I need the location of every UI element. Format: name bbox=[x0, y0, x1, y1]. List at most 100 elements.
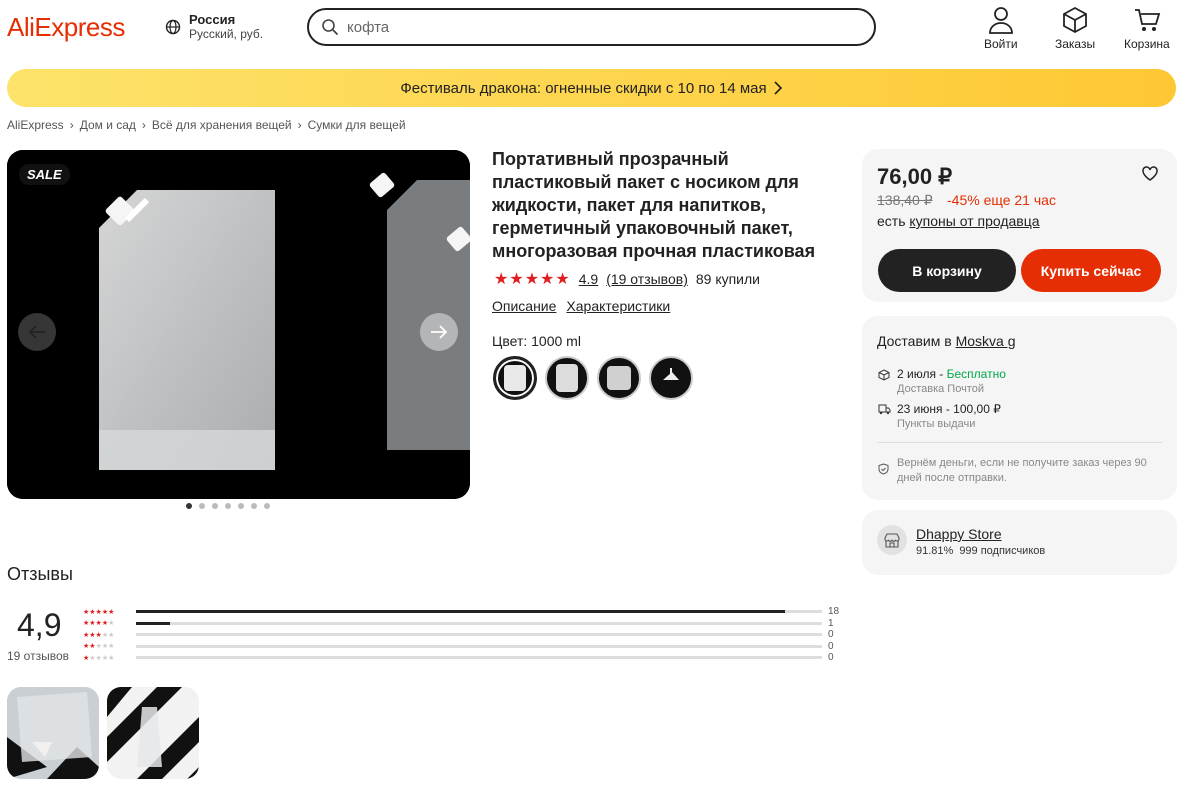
star-rating-icon: ★★★★★ bbox=[494, 271, 571, 288]
breadcrumb: AliExpress › Дом и сад › Всё для хранения … bbox=[7, 118, 406, 132]
rating-bar bbox=[136, 656, 822, 660]
star-rating-icon: ★★★★★ bbox=[83, 654, 115, 662]
search-input[interactable] bbox=[347, 18, 827, 36]
store-name[interactable]: Dhappy Store bbox=[916, 526, 1002, 542]
rating-bar-fill bbox=[136, 610, 785, 614]
heart-icon bbox=[1142, 166, 1158, 181]
globe-icon bbox=[165, 19, 181, 35]
rating-value[interactable]: 4.9 bbox=[579, 271, 598, 287]
gallery-pagination bbox=[186, 503, 270, 509]
review-photo[interactable] bbox=[7, 687, 99, 779]
color-swatch[interactable] bbox=[649, 356, 693, 400]
cart-button[interactable]: Корзина bbox=[1124, 6, 1170, 51]
review-photo[interactable] bbox=[107, 687, 199, 779]
color-label: Цвет: 1000 ml bbox=[492, 333, 581, 349]
rating-count: 0 bbox=[828, 640, 834, 652]
promo-banner[interactable]: Фестиваль дракона: огненные скидки с 10 … bbox=[7, 69, 1176, 107]
gallery-dot[interactable] bbox=[264, 503, 270, 509]
rating-count: 18 bbox=[828, 606, 840, 618]
rating-count: 0 bbox=[828, 652, 834, 664]
gallery-dot[interactable] bbox=[238, 503, 244, 509]
cart-label: Корзина bbox=[1124, 37, 1170, 51]
gallery-next-button[interactable] bbox=[420, 313, 458, 351]
buy-now-button[interactable]: Купить сейчас bbox=[1021, 249, 1161, 292]
chevron-right-icon: › bbox=[69, 118, 74, 132]
color-swatches bbox=[493, 356, 693, 400]
color-swatch[interactable] bbox=[597, 356, 641, 400]
sale-badge: SALE bbox=[19, 164, 70, 185]
rating-row: ★★★★★ 0 bbox=[83, 629, 843, 641]
tab-description[interactable]: Описание bbox=[492, 298, 556, 314]
rating-row: ★★★★★ 0 bbox=[83, 652, 843, 664]
current-price: 76,00 ₽ bbox=[877, 164, 953, 189]
color-swatch[interactable] bbox=[493, 356, 537, 400]
rating-bar bbox=[136, 610, 822, 614]
delivery-option-pickup-sub: Пункты выдачи bbox=[897, 418, 976, 430]
box-icon bbox=[878, 369, 890, 381]
add-to-cart-button[interactable]: В корзину bbox=[878, 249, 1016, 292]
store-stats: 91.81% 999 подписчиков bbox=[916, 545, 1045, 557]
product-title: Портативный прозрачный пластиковый пакет… bbox=[492, 149, 816, 261]
region-selector[interactable]: Россия Русский, руб. bbox=[165, 12, 263, 41]
star-rating-icon: ★★★★★ bbox=[83, 620, 115, 628]
gallery-dot[interactable] bbox=[186, 503, 192, 509]
breadcrumb-item[interactable]: Дом и сад bbox=[80, 118, 136, 132]
star-rating-icon: ★★★★★ bbox=[83, 608, 115, 616]
arrow-left-icon bbox=[28, 325, 45, 339]
discount-timer: -45% еще 21 час bbox=[947, 192, 1056, 208]
divider bbox=[877, 442, 1162, 443]
orders-label: Заказы bbox=[1055, 37, 1096, 51]
free-shipping-label: Бесплатно bbox=[946, 367, 1006, 381]
rating-count: 0 bbox=[828, 629, 834, 641]
rating-row: ★★★★★ 18 bbox=[83, 606, 843, 618]
reviews-score: 4,9 bbox=[17, 607, 62, 643]
region-language: Русский, руб. bbox=[189, 27, 264, 41]
breadcrumb-item[interactable]: AliExpress bbox=[7, 118, 64, 132]
rating-distribution: ★★★★★ 18 ★★★★★ 1 ★★★★★ 0 ★★★★★ 0 ★★★★★ 0 bbox=[83, 606, 843, 664]
gallery-dot[interactable] bbox=[212, 503, 218, 509]
delivery-location: Доставим в Moskva g bbox=[877, 333, 1016, 349]
delivery-label: Доставим в bbox=[877, 333, 952, 349]
reviews-count: 19 отзывов bbox=[7, 649, 70, 663]
rating-bar-fill bbox=[136, 621, 171, 625]
rating-bar bbox=[136, 633, 822, 637]
delivery-city-link[interactable]: Moskva g bbox=[956, 333, 1016, 349]
chevron-right-icon: › bbox=[297, 118, 302, 132]
login-button[interactable]: Войти bbox=[984, 6, 1018, 51]
gallery-dot[interactable] bbox=[199, 503, 205, 509]
product-gallery[interactable]: SALE bbox=[7, 150, 470, 499]
arrow-right-icon bbox=[431, 325, 448, 339]
search-icon[interactable] bbox=[321, 18, 339, 36]
product-image-main[interactable] bbox=[7, 150, 353, 499]
breadcrumb-item[interactable]: Сумки для вещей bbox=[308, 118, 406, 132]
gallery-prev-button[interactable] bbox=[18, 313, 56, 351]
promo-banner-text: Фестиваль дракона: огненные скидки с 10 … bbox=[400, 79, 767, 97]
search-box[interactable] bbox=[307, 8, 876, 46]
store-rating: 91.81% bbox=[916, 545, 954, 557]
wishlist-button[interactable] bbox=[1142, 166, 1158, 184]
coupon-prefix: есть bbox=[877, 213, 906, 229]
gallery-dot[interactable] bbox=[251, 503, 257, 509]
box-icon bbox=[1063, 6, 1087, 34]
gallery-dot[interactable] bbox=[225, 503, 231, 509]
reviews-link[interactable]: (19 отзывов) bbox=[606, 271, 688, 287]
region-country: Россия bbox=[189, 12, 236, 27]
store-icon bbox=[884, 532, 900, 548]
orders-button[interactable]: Заказы bbox=[1055, 6, 1095, 51]
coupon-link[interactable]: купоны от продавца bbox=[909, 213, 1039, 229]
product-tabs: Описание Характеристики bbox=[492, 298, 670, 314]
rating-count: 1 bbox=[828, 617, 834, 629]
aliexpress-logo[interactable]: AliExpress bbox=[7, 12, 125, 43]
old-price: 138,40 ₽ bbox=[877, 192, 933, 208]
store-avatar[interactable] bbox=[877, 525, 907, 555]
color-swatch[interactable] bbox=[545, 356, 589, 400]
sold-count: 89 купили bbox=[695, 271, 760, 287]
tab-specifications[interactable]: Характеристики bbox=[566, 298, 670, 314]
breadcrumb-item[interactable]: Всё для хранения вещей bbox=[152, 118, 292, 132]
product-rating: ★★★★★ 4.9 (19 отзывов) 89 купили bbox=[494, 269, 760, 289]
store-panel[interactable] bbox=[862, 510, 1177, 575]
store-followers: 999 подписчиков bbox=[959, 545, 1046, 557]
truck-icon bbox=[878, 404, 891, 415]
chevron-right-icon bbox=[774, 81, 782, 95]
coupon-info: есть купоны от продавца bbox=[877, 213, 1040, 229]
